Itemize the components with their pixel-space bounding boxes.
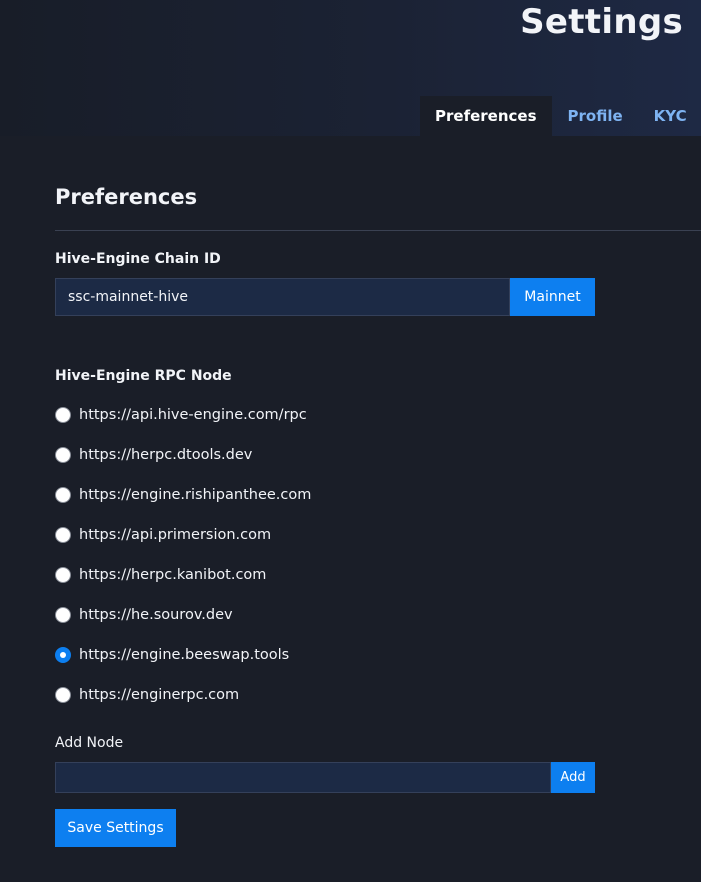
rpc-node-option[interactable]: https://engine.rishipanthee.com (55, 475, 311, 515)
radio-button[interactable] (55, 527, 71, 543)
radio-button[interactable] (55, 487, 71, 503)
radio-button-checked[interactable] (55, 647, 71, 663)
rpc-node-url: https://api.primersion.com (79, 527, 272, 543)
settings-tabs: Preferences Profile KYC B (420, 96, 701, 136)
radio-button[interactable] (55, 447, 71, 463)
section-divider (55, 230, 701, 231)
page-title: Settings (520, 2, 683, 42)
rpc-node-option[interactable]: https://enginerpc.com (55, 675, 311, 715)
page-header: Settings Preferences Profile KYC B (0, 0, 701, 136)
rpc-node-url: https://engine.beeswap.tools (79, 647, 290, 663)
radio-button[interactable] (55, 407, 71, 423)
tab-preferences[interactable]: Preferences (420, 96, 552, 136)
chain-id-input[interactable] (55, 278, 510, 316)
radio-button[interactable] (55, 567, 71, 583)
save-settings-button[interactable]: Save Settings (55, 809, 176, 847)
chain-id-label: Hive-Engine Chain ID (55, 251, 221, 267)
add-node-label: Add Node (55, 735, 124, 751)
radio-button[interactable] (55, 687, 71, 703)
rpc-node-option[interactable]: https://herpc.kanibot.com (55, 555, 311, 595)
rpc-node-option-selected[interactable]: https://engine.beeswap.tools (55, 635, 311, 675)
mainnet-button[interactable]: Mainnet (510, 278, 595, 316)
rpc-node-url: https://herpc.dtools.dev (79, 447, 253, 463)
rpc-node-url: https://engine.rishipanthee.com (79, 487, 312, 503)
section-title: Preferences (55, 185, 198, 209)
rpc-node-option[interactable]: https://api.primersion.com (55, 515, 311, 555)
radio-button[interactable] (55, 607, 71, 623)
add-node-group: Add (55, 762, 595, 793)
tab-kyc[interactable]: KYC (639, 96, 701, 136)
add-node-input[interactable] (55, 762, 551, 793)
rpc-node-list: https://api.hive-engine.com/rpc https://… (55, 395, 311, 715)
rpc-node-url: https://enginerpc.com (79, 687, 240, 703)
rpc-node-url: https://herpc.kanibot.com (79, 567, 267, 583)
rpc-node-option[interactable]: https://he.sourov.dev (55, 595, 311, 635)
rpc-node-option[interactable]: https://api.hive-engine.com/rpc (55, 395, 311, 435)
tab-profile[interactable]: Profile (552, 96, 639, 136)
chain-id-group: Mainnet (55, 278, 595, 316)
rpc-node-url: https://api.hive-engine.com/rpc (79, 407, 307, 423)
rpc-node-url: https://he.sourov.dev (79, 607, 233, 623)
add-node-button[interactable]: Add (551, 762, 595, 793)
rpc-node-option[interactable]: https://herpc.dtools.dev (55, 435, 311, 475)
rpc-node-label: Hive-Engine RPC Node (55, 368, 232, 384)
